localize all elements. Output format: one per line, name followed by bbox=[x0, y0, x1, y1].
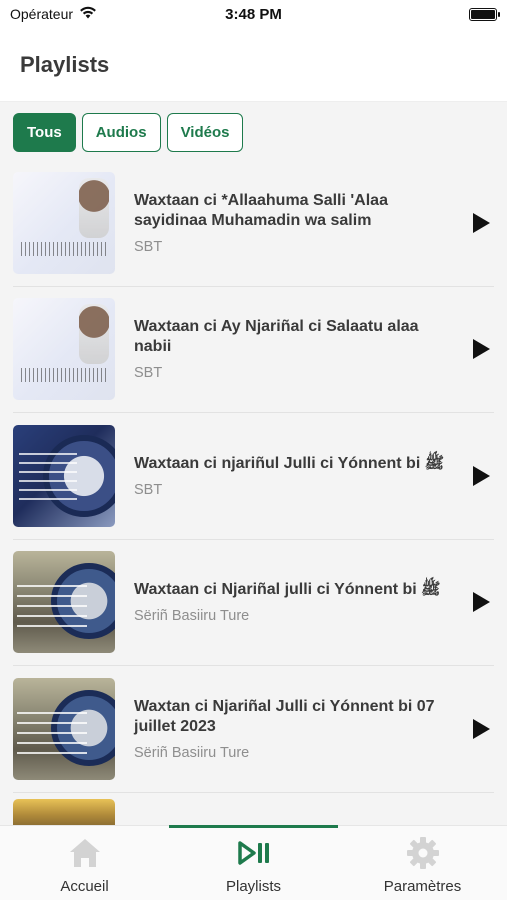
item-author: SBT bbox=[134, 238, 163, 255]
item-text: Waxtaan ci Njariñal julli ci Yónnent bi … bbox=[115, 580, 468, 624]
item-text: Waxtan ci Njariñal Julli ci Yónnent bi 0… bbox=[115, 697, 468, 761]
filter-chip-videos[interactable]: Vidéos bbox=[166, 113, 244, 152]
gear-icon bbox=[406, 836, 440, 870]
carrier-label: Opérateur bbox=[10, 6, 74, 22]
page-header: Playlists bbox=[0, 28, 507, 102]
item-title: Waxtaan ci njariñul Julli ci Yónnent bi … bbox=[134, 454, 445, 472]
playlist-list: Waxtaan ci *Allaahuma Salli 'Alaa sayidi… bbox=[0, 160, 507, 825]
filter-chip-audios[interactable]: Audios bbox=[81, 113, 161, 152]
list-item[interactable]: Waxtaan ci Njariñal julli ci Yónnent bi … bbox=[13, 540, 494, 666]
battery-icon bbox=[469, 7, 500, 21]
wifi-icon bbox=[79, 6, 97, 22]
item-title: Waxtan ci Njariñal Julli ci Yónnent bi 0… bbox=[134, 697, 435, 735]
play-icon[interactable] bbox=[468, 463, 494, 489]
list-item[interactable]: Waxtan ci Njariñal Julli ci Yónnent bi 0… bbox=[13, 666, 494, 793]
item-author: SBT bbox=[134, 365, 163, 382]
play-icon[interactable] bbox=[468, 336, 494, 362]
tab-home[interactable]: Accueil bbox=[0, 826, 169, 900]
playlist-content[interactable]: Tous Audios Vidéos Waxtaan ci *Allaahuma… bbox=[0, 102, 507, 825]
item-author: SBT bbox=[134, 481, 163, 498]
video-thumbnail bbox=[13, 424, 115, 527]
item-title: Waxtaan ci Njariñal julli ci Yónnent bi … bbox=[134, 581, 441, 599]
item-text: Waxtaan ci *Allaahuma Salli 'Alaa sayidi… bbox=[115, 191, 468, 255]
item-author: Sëriñ Basiiru Ture bbox=[134, 608, 250, 625]
list-item[interactable]: Waxtaan ci njariñul Julli ci Yónnent bi … bbox=[13, 413, 494, 540]
tab-settings[interactable]: Paramètres bbox=[338, 826, 507, 900]
filter-chip-all[interactable]: Tous bbox=[13, 113, 76, 152]
battery-fill bbox=[471, 9, 495, 19]
play-icon[interactable] bbox=[468, 210, 494, 236]
list-item-partial[interactable] bbox=[13, 793, 494, 825]
video-thumbnail bbox=[13, 677, 115, 780]
video-thumbnail bbox=[13, 799, 115, 825]
item-text: Waxtaan ci Ay Njariñal ci Salaatu alaa n… bbox=[115, 317, 468, 381]
item-title: Waxtaan ci Ay Njariñal ci Salaatu alaa n… bbox=[134, 318, 419, 356]
tab-label: Paramètres bbox=[383, 878, 462, 895]
tab-bar: Accueil Playlists Paramètres bbox=[0, 825, 507, 900]
play-icon[interactable] bbox=[468, 589, 494, 615]
status-bar: Opérateur 3:48 PM bbox=[0, 0, 507, 28]
item-text: Waxtaan ci njariñul Julli ci Yónnent bi … bbox=[115, 454, 468, 498]
list-item[interactable]: Waxtaan ci Ay Njariñal ci Salaatu alaa n… bbox=[13, 287, 494, 413]
item-author: Sëriñ Basiiru Ture bbox=[134, 744, 250, 761]
audio-thumbnail bbox=[13, 171, 115, 274]
tab-label: Accueil bbox=[60, 878, 109, 895]
play-icon[interactable] bbox=[468, 716, 494, 742]
video-thumbnail bbox=[13, 551, 115, 654]
status-left: Opérateur bbox=[10, 6, 97, 22]
item-title: Waxtaan ci *Allaahuma Salli 'Alaa sayidi… bbox=[134, 191, 388, 229]
playlist-play-icon bbox=[237, 836, 271, 870]
filter-bar: Tous Audios Vidéos bbox=[0, 102, 507, 160]
tab-playlists[interactable]: Playlists bbox=[169, 825, 338, 900]
list-item[interactable]: Waxtaan ci *Allaahuma Salli 'Alaa sayidi… bbox=[13, 160, 494, 287]
page-title: Playlists bbox=[20, 51, 110, 77]
home-icon bbox=[68, 836, 102, 870]
tab-label: Playlists bbox=[225, 878, 281, 895]
audio-thumbnail bbox=[13, 298, 115, 401]
